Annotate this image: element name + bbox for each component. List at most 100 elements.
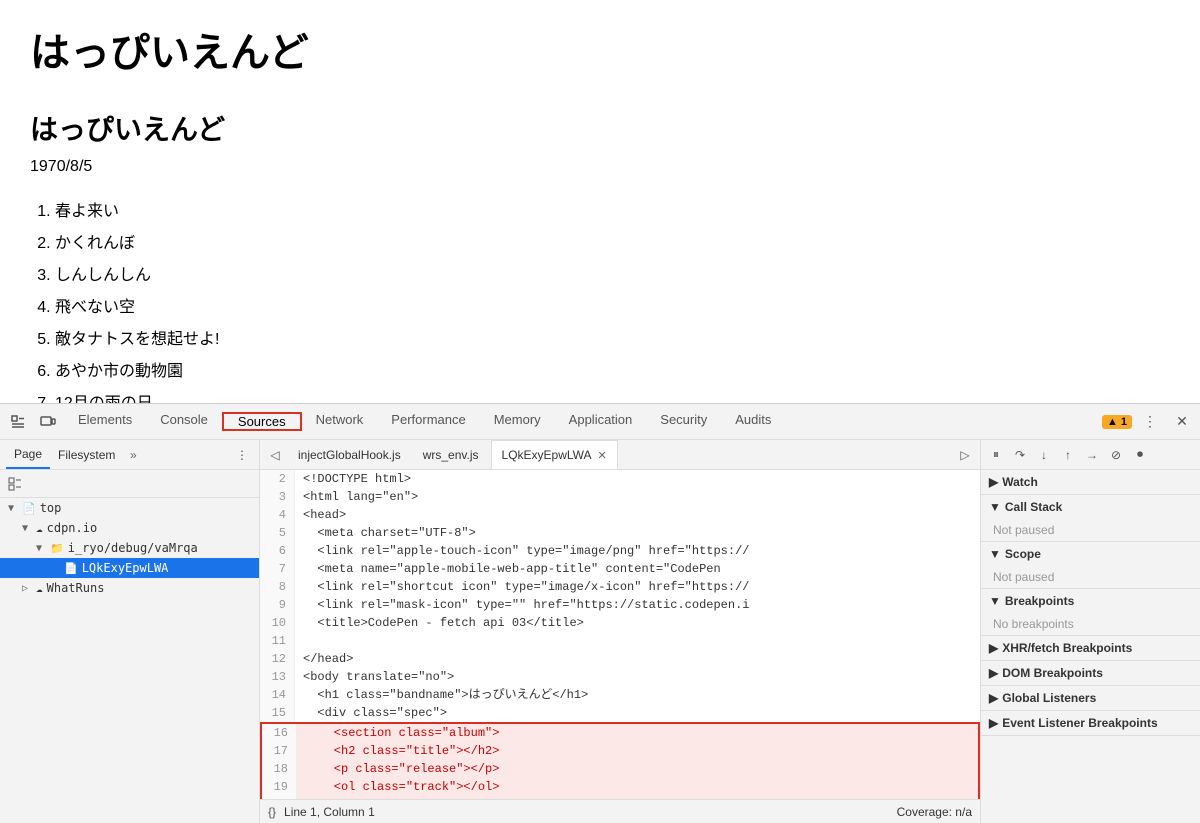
code-tab-right: ▷ [954, 444, 976, 466]
line-content [295, 632, 303, 650]
call-stack-content: Not paused [981, 519, 1200, 541]
global-listeners-header[interactable]: ▶ Global Listeners [981, 686, 1200, 710]
tab-audits[interactable]: Audits [721, 412, 785, 429]
close-tab-icon[interactable]: ✕ [598, 449, 607, 462]
code-line[interactable]: 18 <p class="release"></p> [260, 760, 980, 778]
tab-performance[interactable]: Performance [377, 412, 479, 429]
status-brackets-icon: {} [268, 805, 276, 819]
code-line[interactable]: 15 <div class="spec"> [260, 704, 980, 722]
step-icon[interactable]: → [1081, 444, 1103, 466]
tree-item-folder[interactable]: ▼ 📁 i_ryo/debug/vaMrqa [0, 538, 259, 558]
section-watch: ▶ Watch [981, 470, 1200, 495]
watch-header[interactable]: ▶ Watch [981, 470, 1200, 494]
code-line[interactable]: 10 <title>CodePen - fetch api 03</title> [260, 614, 980, 632]
code-tab-next[interactable]: ▷ [954, 444, 976, 466]
tab-memory[interactable]: Memory [480, 412, 555, 429]
device-toolbar-icon[interactable] [34, 408, 62, 436]
tab-security[interactable]: Security [646, 412, 721, 429]
close-devtools-icon[interactable]: ✕ [1168, 408, 1196, 436]
code-tab-wrs[interactable]: wrs_env.js [413, 440, 489, 469]
code-line[interactable]: 7 <meta name="apple-mobile-web-app-title… [260, 560, 980, 578]
scope-header[interactable]: ▼ Scope [981, 542, 1200, 566]
code-tab-main[interactable]: LQkExyEpwLWA ✕ [491, 440, 618, 469]
tab-console[interactable]: Console [146, 412, 222, 429]
track-item: 飛べない空 [55, 292, 1170, 324]
track-item: 春よ来い [55, 196, 1170, 228]
code-line[interactable]: 16 <section class="album"> [260, 722, 980, 742]
line-content: <link rel="apple-touch-icon" type="image… [295, 542, 749, 560]
main-content: はっぴいえんど はっぴいえんど 1970/8/5 春よ来いかくれんぼしんしんしん… [0, 0, 1200, 403]
code-line[interactable]: 12</head> [260, 650, 980, 668]
line-content: <link rel="shortcut icon" type="image/x-… [295, 578, 749, 596]
code-line[interactable]: 9 <link rel="mask-icon" type="" href="ht… [260, 596, 980, 614]
line-content: <html lang="en"> [295, 488, 418, 506]
code-tab-inject[interactable]: injectGlobalHook.js [288, 440, 411, 469]
tree-item-whatruns[interactable]: ▷ ☁ WhatRuns [0, 578, 259, 598]
line-content: <body translate="no"> [295, 668, 454, 686]
pause-icon[interactable]: ⏸ [985, 444, 1007, 466]
right-panel: ⏸ ↷ ↓ ↑ → ⊘ ⏺ ▶ Watch ▼ [980, 440, 1200, 823]
code-line[interactable]: 19 <ol class="track"></ol> [260, 778, 980, 796]
code-line[interactable]: 5 <meta charset="UTF-8"> [260, 524, 980, 542]
line-content: <section class="album"> [297, 724, 499, 742]
dom-header[interactable]: ▶ DOM Breakpoints [981, 661, 1200, 685]
track-item: 12月の雨の日 [55, 388, 1170, 403]
line-content: <link rel="mask-icon" type="" href="http… [295, 596, 749, 614]
breakpoints-content: No breakpoints [981, 613, 1200, 635]
tree-item-cdpn[interactable]: ▼ ☁ cdpn.io [0, 518, 259, 538]
step-out-icon[interactable]: ↑ [1057, 444, 1079, 466]
tree-item-file-selected[interactable]: 📄 LQkExyEpwLWA [0, 558, 259, 578]
tree-item-top[interactable]: ▼ 📄 top [0, 498, 259, 518]
file-tree: ▼ 📄 top ▼ ☁ cdpn.io ▼ 📁 i_ryo/debug/vaMr… [0, 498, 259, 823]
step-over-icon[interactable]: ↷ [1009, 444, 1031, 466]
code-line[interactable]: 2<!DOCTYPE html> [260, 470, 980, 488]
event-listeners-header[interactable]: ▶ Event Listener Breakpoints [981, 711, 1200, 735]
tab-network[interactable]: Network [302, 412, 378, 429]
sidebar-tab-page[interactable]: Page [6, 440, 50, 469]
code-tab-prev[interactable]: ◁ [264, 444, 286, 466]
breakpoints-header[interactable]: ▼ Breakpoints [981, 589, 1200, 613]
sidebar-options-icon[interactable]: ⋮ [231, 444, 253, 466]
code-line[interactable]: 3<html lang="en"> [260, 488, 980, 506]
line-content: <h1 class="bandname">はっぴいえんど</h1> [295, 686, 588, 704]
code-line[interactable]: 4<head> [260, 506, 980, 524]
code-line[interactable]: 11 [260, 632, 980, 650]
status-bar: {} Line 1, Column 1 Coverage: n/a [260, 799, 980, 823]
section-scope: ▼ Scope Not paused [981, 542, 1200, 589]
track-list: 春よ来いかくれんぼしんしんしん飛べない空敵タナトスを想起せよ!あやか市の動物園1… [30, 196, 1170, 403]
sync-filesystem-icon[interactable] [4, 473, 26, 495]
line-content: <ol class="track"></ol> [297, 778, 499, 796]
page-title: はっぴいえんど [30, 20, 1170, 78]
xhr-header[interactable]: ▶ XHR/fetch Breakpoints [981, 636, 1200, 660]
line-content: <!DOCTYPE html> [295, 470, 411, 488]
tab-elements[interactable]: Elements [64, 412, 146, 429]
scope-content: Not paused [981, 566, 1200, 588]
section-event-listeners: ▶ Event Listener Breakpoints [981, 711, 1200, 736]
line-content: <head> [295, 506, 346, 524]
sidebar-tab-filesystem[interactable]: Filesystem [50, 440, 123, 469]
warning-badge: ▲ 1 [1102, 415, 1132, 429]
code-line[interactable]: 17 <h2 class="title"></h2> [260, 742, 980, 760]
line-content: <title>CodePen - fetch api 03</title> [295, 614, 584, 632]
code-line[interactable]: 14 <h1 class="bandname">はっぴいえんど</h1> [260, 686, 980, 704]
code-line[interactable]: 8 <link rel="shortcut icon" type="image/… [260, 578, 980, 596]
section-dom: ▶ DOM Breakpoints [981, 661, 1200, 686]
code-content[interactable]: 2<!DOCTYPE html>3<html lang="en">4<head>… [260, 470, 980, 799]
call-stack-header[interactable]: ▼ Call Stack [981, 495, 1200, 519]
code-tabs: ◁ injectGlobalHook.js wrs_env.js LQkExyE… [260, 440, 980, 470]
sidebar-tabs: Page Filesystem » ⋮ [0, 440, 259, 470]
line-content: <h2 class="title"></h2> [297, 742, 499, 760]
more-options-icon[interactable]: ⋮ [1136, 408, 1164, 436]
album-title: はっぴいえんど [30, 108, 1170, 148]
sidebar-more-tabs[interactable]: » [123, 445, 143, 465]
async-icon[interactable]: ⏺ [1129, 444, 1151, 466]
devtools-body: Page Filesystem » ⋮ [0, 440, 1200, 823]
deactivate-breakpoints-icon[interactable]: ⊘ [1105, 444, 1127, 466]
code-line[interactable]: 13<body translate="no"> [260, 668, 980, 686]
line-content: </head> [295, 650, 353, 668]
tab-application[interactable]: Application [555, 412, 647, 429]
tab-sources[interactable]: Sources [222, 412, 302, 431]
code-line[interactable]: 6 <link rel="apple-touch-icon" type="ima… [260, 542, 980, 560]
inspect-element-icon[interactable] [4, 408, 32, 436]
step-into-icon[interactable]: ↓ [1033, 444, 1055, 466]
